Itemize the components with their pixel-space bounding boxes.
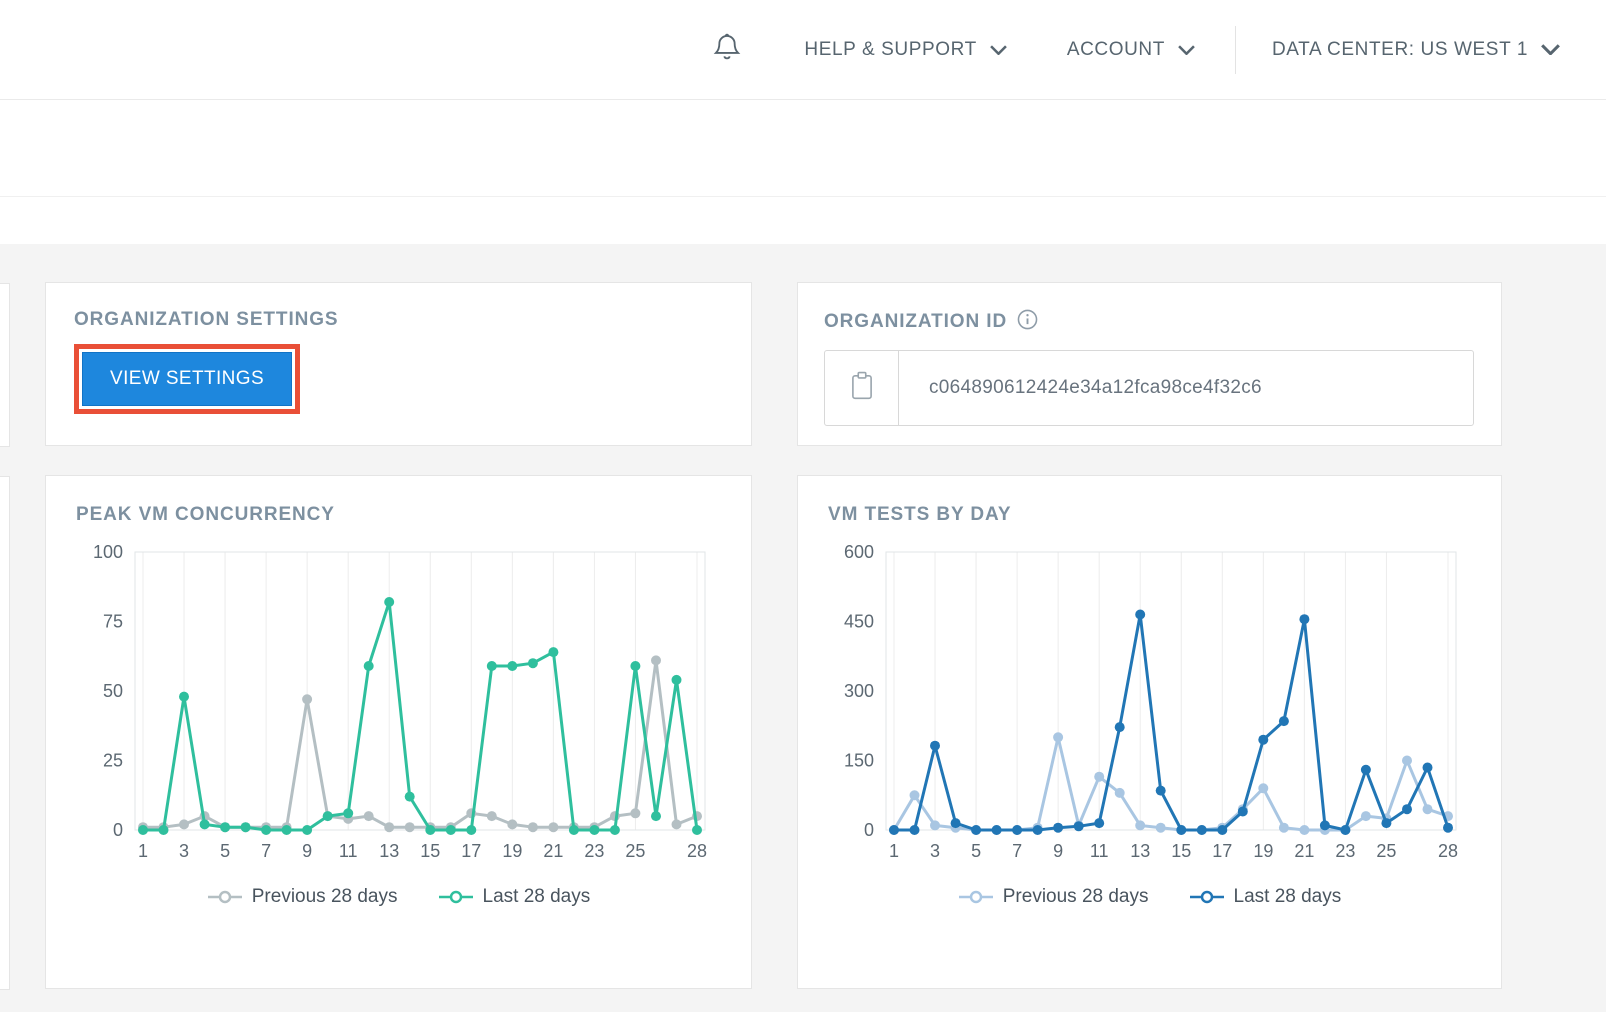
bell-icon [712,32,742,67]
svg-text:11: 11 [338,841,357,861]
top-header: HELP & SUPPORT ACCOUNT DATA CENTER: US W… [0,0,1606,100]
svg-text:7: 7 [261,841,271,861]
legend-label: Previous 28 days [1003,886,1149,908]
svg-text:1: 1 [888,841,898,861]
legend-marker-icon [1189,890,1225,904]
svg-text:50: 50 [102,681,122,701]
svg-text:1: 1 [137,841,147,861]
info-icon[interactable] [1017,309,1038,335]
svg-text:23: 23 [584,841,604,861]
svg-text:0: 0 [112,820,122,840]
vm-tests-by-day-title: VM TESTS BY DAY [828,504,1471,526]
top-cards-row: ORGANIZATION SETTINGS VIEW SETTINGS ORGA… [45,282,1606,446]
legend-label: Previous 28 days [252,886,398,908]
svg-text:100: 100 [92,542,122,562]
copy-to-clipboard-button[interactable] [825,351,899,425]
svg-text:28: 28 [686,841,706,861]
svg-text:7: 7 [1012,841,1022,861]
left-edge-card-partial [0,476,10,990]
svg-text:17: 17 [461,841,481,861]
legend-marker-icon [958,890,994,904]
svg-text:9: 9 [302,841,312,861]
svg-text:3: 3 [930,841,940,861]
svg-text:21: 21 [1294,841,1314,861]
svg-text:5: 5 [971,841,981,861]
legend-marker-icon [438,890,474,904]
svg-text:450: 450 [843,612,873,632]
chart-cards-row: PEAK VM CONCURRENCY 02550751001357911131… [45,475,1606,989]
account-menu[interactable]: ACCOUNT [1067,39,1195,61]
svg-text:17: 17 [1212,841,1232,861]
legend-item[interactable]: Previous 28 days [958,886,1149,908]
svg-text:600: 600 [843,542,873,562]
legend-item[interactable]: Last 28 days [1189,886,1342,908]
organization-id-title-row: ORGANIZATION ID [824,309,1475,335]
organization-id-card: ORGANIZATION ID [797,282,1502,446]
legend-marker-icon [207,890,243,904]
vm-tests-by-day-chart: 015030045060013579111315171921232528 Pre… [828,540,1471,908]
organization-id-input[interactable] [929,377,1473,399]
svg-text:25: 25 [102,751,122,771]
data-center-menu[interactable]: DATA CENTER: US WEST 1 [1272,39,1560,61]
legend-label: Last 28 days [1234,886,1342,908]
svg-text:13: 13 [1130,841,1150,861]
notifications-bell-button[interactable] [712,32,742,67]
data-center-label: DATA CENTER: US WEST 1 [1272,39,1528,61]
chevron-down-icon [1541,44,1560,55]
header-divider [1235,26,1236,74]
line-chart-canvas: 025507510013579111315171921232528 [79,540,719,872]
svg-text:13: 13 [379,841,399,861]
chart-legend: Previous 28 days Last 28 days [207,886,591,908]
svg-text:21: 21 [543,841,563,861]
line-chart-canvas: 015030045060013579111315171921232528 [830,540,1470,872]
help-support-menu[interactable]: HELP & SUPPORT [804,39,1006,61]
clipboard-icon [849,371,875,406]
account-label: ACCOUNT [1067,39,1165,61]
legend-item[interactable]: Previous 28 days [207,886,398,908]
organization-id-title: ORGANIZATION ID [824,311,1007,333]
legend-item[interactable]: Last 28 days [438,886,591,908]
peak-vm-concurrency-title: PEAK VM CONCURRENCY [76,504,721,526]
chevron-down-icon [990,45,1007,55]
peak-vm-concurrency-chart: 025507510013579111315171921232528 Previo… [76,540,721,908]
chevron-down-icon [1178,45,1195,55]
organization-id-value-cell [899,351,1473,425]
vm-tests-by-day-card: VM TESTS BY DAY 015030045060013579111315… [797,475,1502,989]
legend-label: Last 28 days [483,886,591,908]
svg-text:75: 75 [102,612,122,632]
sub-header-band [0,100,1606,197]
svg-text:15: 15 [1171,841,1191,861]
chart-legend: Previous 28 days Last 28 days [958,886,1342,908]
peak-vm-concurrency-card: PEAK VM CONCURRENCY 02550751001357911131… [45,475,752,989]
organization-settings-card: ORGANIZATION SETTINGS VIEW SETTINGS [45,282,752,446]
organization-settings-title: ORGANIZATION SETTINGS [74,309,723,331]
dashboard-page: HELP & SUPPORT ACCOUNT DATA CENTER: US W… [0,0,1606,1012]
help-support-label: HELP & SUPPORT [804,39,976,61]
svg-text:15: 15 [420,841,440,861]
svg-text:150: 150 [843,751,873,771]
svg-text:25: 25 [1376,841,1396,861]
red-annotation-highlight: VIEW SETTINGS [74,344,300,414]
svg-text:3: 3 [179,841,189,861]
svg-text:300: 300 [843,681,873,701]
organization-id-field-group [824,350,1474,426]
svg-text:28: 28 [1437,841,1457,861]
svg-text:5: 5 [220,841,230,861]
svg-text:19: 19 [502,841,522,861]
svg-text:11: 11 [1089,841,1108,861]
svg-text:0: 0 [863,820,873,840]
content-top-band [0,197,1606,244]
main-content: ORGANIZATION SETTINGS VIEW SETTINGS ORGA… [0,244,1606,1012]
svg-text:19: 19 [1253,841,1273,861]
svg-text:23: 23 [1335,841,1355,861]
view-settings-button[interactable]: VIEW SETTINGS [82,352,292,406]
svg-text:25: 25 [625,841,645,861]
svg-text:9: 9 [1053,841,1063,861]
left-edge-card-partial [0,283,10,447]
